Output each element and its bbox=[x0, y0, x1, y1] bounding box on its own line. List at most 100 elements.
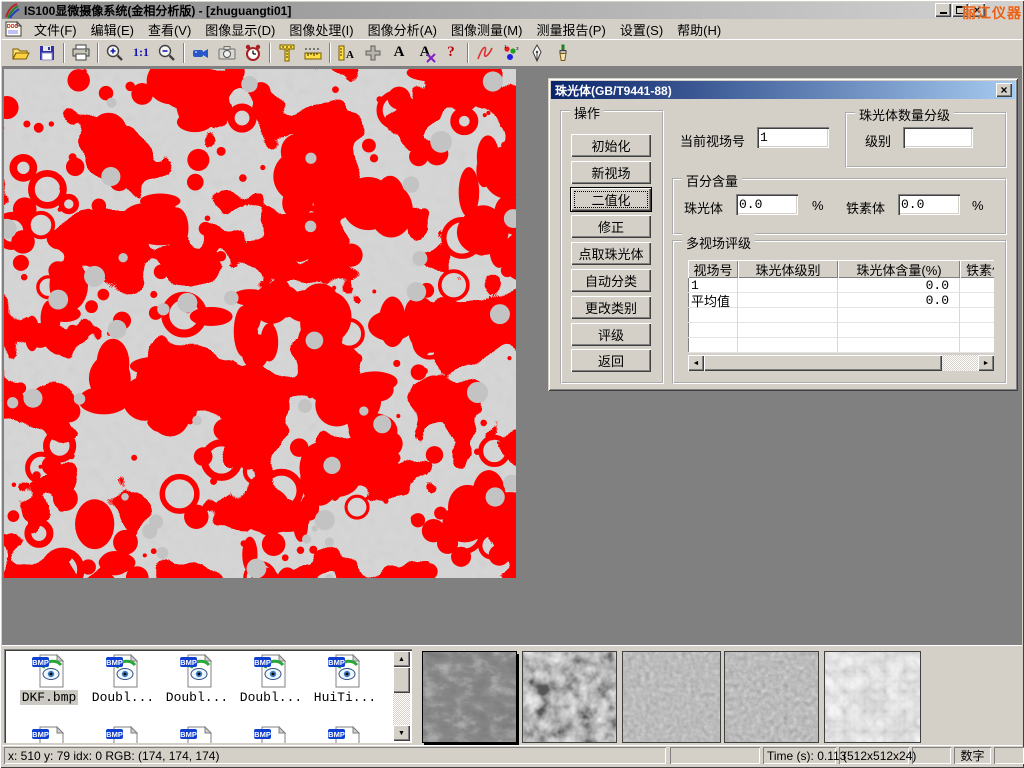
menu-image-measure[interactable]: 图像测量(M) bbox=[444, 18, 530, 41]
file-item[interactable]: BMP HuiTi... bbox=[308, 653, 382, 705]
zoom-in-button[interactable] bbox=[102, 41, 128, 65]
window-title: IS100显微摄像系统(金相分析版) - [zhuguangti01] bbox=[24, 2, 291, 19]
scroll-right-button[interactable]: ► bbox=[978, 355, 994, 371]
file-vscrollbar[interactable]: ▲ ▼ bbox=[393, 651, 410, 741]
scroll-up-button[interactable]: ▲ bbox=[393, 651, 410, 667]
horizontal-ruler-icon bbox=[303, 43, 323, 63]
empty-panel bbox=[912, 747, 951, 764]
open-button[interactable] bbox=[8, 41, 34, 65]
auto-classify-button[interactable]: 自动分类 bbox=[571, 269, 651, 292]
picker-tool-button[interactable] bbox=[524, 41, 550, 65]
hscroll-thumb[interactable] bbox=[704, 355, 942, 371]
correct-button[interactable]: 修正 bbox=[571, 215, 651, 238]
file-item[interactable]: BMP Doubl... bbox=[234, 653, 308, 705]
svg-text:BMP: BMP bbox=[254, 730, 271, 739]
video-camera-icon bbox=[191, 43, 211, 63]
file-item[interactable]: BMP DKF.bmp bbox=[12, 653, 86, 705]
file-name[interactable]: Doubl... bbox=[238, 690, 304, 705]
camera-icon bbox=[217, 43, 237, 63]
svg-text:BMP: BMP bbox=[254, 658, 271, 667]
marker-tool-button[interactable]: 1 3 bbox=[498, 41, 524, 65]
file-item[interactable]: BMP Doubl... bbox=[86, 653, 160, 705]
scroll-left-button[interactable]: ◄ bbox=[688, 355, 704, 371]
paintbrush-tool-button[interactable] bbox=[550, 41, 576, 65]
actual-size-button[interactable]: 1:1 bbox=[128, 41, 154, 65]
thumbnail-3[interactable] bbox=[622, 651, 721, 743]
file-item[interactable]: BMP bbox=[160, 725, 234, 743]
ruler-measure-button[interactable] bbox=[300, 41, 326, 65]
curve-tool-button[interactable] bbox=[472, 41, 498, 65]
menu-image-analysis[interactable]: 图像分析(A) bbox=[361, 18, 444, 41]
save-button[interactable] bbox=[34, 41, 60, 65]
menu-help[interactable]: 帮助(H) bbox=[670, 18, 728, 41]
file-name[interactable]: Doubl... bbox=[90, 690, 156, 705]
level-input[interactable] bbox=[903, 127, 973, 148]
file-name[interactable]: Doubl... bbox=[164, 690, 230, 705]
pick-pearlite-button[interactable]: 点取珠光体 bbox=[571, 242, 651, 265]
text-tool-button[interactable]: A bbox=[386, 41, 412, 65]
thumbnail-1[interactable] bbox=[422, 651, 517, 743]
print-button[interactable] bbox=[68, 41, 94, 65]
menu-view[interactable]: 查看(V) bbox=[141, 18, 198, 41]
ferrite-percent-input[interactable] bbox=[898, 194, 960, 215]
dialog-close-button[interactable]: × bbox=[996, 83, 1012, 97]
zoom-out-button[interactable] bbox=[154, 41, 180, 65]
window-maximize-button[interactable] bbox=[952, 3, 968, 17]
menu-image-process[interactable]: 图像处理(I) bbox=[282, 18, 360, 41]
current-field-label: 当前视场号 bbox=[680, 131, 745, 150]
bmp-file-icon: BMP bbox=[254, 653, 288, 689]
file-browser[interactable]: BMP DKF.bmp BMP Doubl... bbox=[4, 649, 412, 743]
thumbnail-2[interactable] bbox=[522, 651, 617, 743]
toolbar-separator bbox=[183, 43, 185, 63]
new-field-button[interactable]: 新视场 bbox=[571, 161, 651, 184]
specimen-image[interactable] bbox=[4, 69, 516, 578]
svg-text:BMP: BMP bbox=[106, 658, 123, 667]
scroll-down-button[interactable]: ▼ bbox=[393, 725, 410, 741]
initialize-button[interactable]: 初始化 bbox=[571, 134, 651, 157]
table-row[interactable]: 平均值 0.0 bbox=[688, 293, 994, 308]
file-item[interactable]: BMP bbox=[12, 725, 86, 743]
cursor-position-panel: x: 510 y: 79 idx: 0 RGB: (174, 174, 174) bbox=[4, 747, 666, 764]
video-capture-button[interactable] bbox=[188, 41, 214, 65]
text-edit-tool-button[interactable]: A bbox=[412, 41, 438, 65]
file-name[interactable]: HuiTi... bbox=[312, 690, 378, 705]
move-tool-button[interactable] bbox=[360, 41, 386, 65]
binarize-button[interactable]: 二值化 bbox=[571, 188, 651, 211]
menu-image-display[interactable]: 图像显示(D) bbox=[198, 18, 282, 41]
vscroll-thumb[interactable] bbox=[393, 667, 410, 693]
help-button[interactable]: ? bbox=[438, 41, 464, 65]
caliper-measure-button[interactable] bbox=[274, 41, 300, 65]
return-button[interactable]: 返回 bbox=[571, 349, 651, 372]
dialog-title-bar[interactable]: 珠光体(GB/T9441-88) bbox=[551, 81, 1015, 99]
ferrite-label: 铁素体 bbox=[846, 198, 885, 217]
toolbar: 1:1 bbox=[2, 39, 1022, 66]
menu-file[interactable]: 文件(F) bbox=[27, 18, 84, 41]
menu-measure-report[interactable]: 测量报告(P) bbox=[529, 18, 612, 41]
rating-table[interactable]: 视场号 珠光体级别 珠光体含量(%) 铁素体含量(%) 1 0.0 平均值 bbox=[688, 260, 994, 353]
labeled-measure-button[interactable]: A bbox=[334, 41, 360, 65]
file-item[interactable]: BMP bbox=[234, 725, 308, 743]
table-row[interactable]: 1 0.0 bbox=[688, 278, 994, 293]
menu-edit[interactable]: 编辑(E) bbox=[84, 18, 141, 41]
file-item[interactable]: BMP bbox=[86, 725, 160, 743]
rate-button[interactable]: 评级 bbox=[571, 323, 651, 346]
thumbnail-5[interactable] bbox=[824, 651, 921, 743]
table-hscrollbar[interactable]: ◄ ► bbox=[688, 355, 994, 371]
dialog-title-text: 珠光体(GB/T9441-88) bbox=[555, 82, 672, 99]
file-name[interactable]: DKF.bmp bbox=[20, 690, 79, 705]
printer-icon bbox=[71, 43, 91, 63]
file-item[interactable]: BMP Doubl... bbox=[160, 653, 234, 705]
cell-grade bbox=[738, 293, 838, 308]
timer-button[interactable] bbox=[240, 41, 266, 65]
window-minimize-button[interactable] bbox=[935, 3, 951, 17]
percent-group: 百分含量 珠光体 % 铁素体 % bbox=[672, 178, 1007, 235]
change-class-button[interactable]: 更改类别 bbox=[571, 296, 651, 319]
toolbar-separator bbox=[63, 43, 65, 63]
pearlite-percent-input[interactable] bbox=[736, 194, 798, 215]
thumbnail-4[interactable] bbox=[724, 651, 819, 743]
window-close-button[interactable]: × bbox=[969, 3, 985, 17]
menu-settings[interactable]: 设置(S) bbox=[613, 18, 670, 41]
current-field-input[interactable] bbox=[757, 127, 829, 148]
file-item[interactable]: BMP bbox=[308, 725, 382, 743]
photo-capture-button[interactable] bbox=[214, 41, 240, 65]
